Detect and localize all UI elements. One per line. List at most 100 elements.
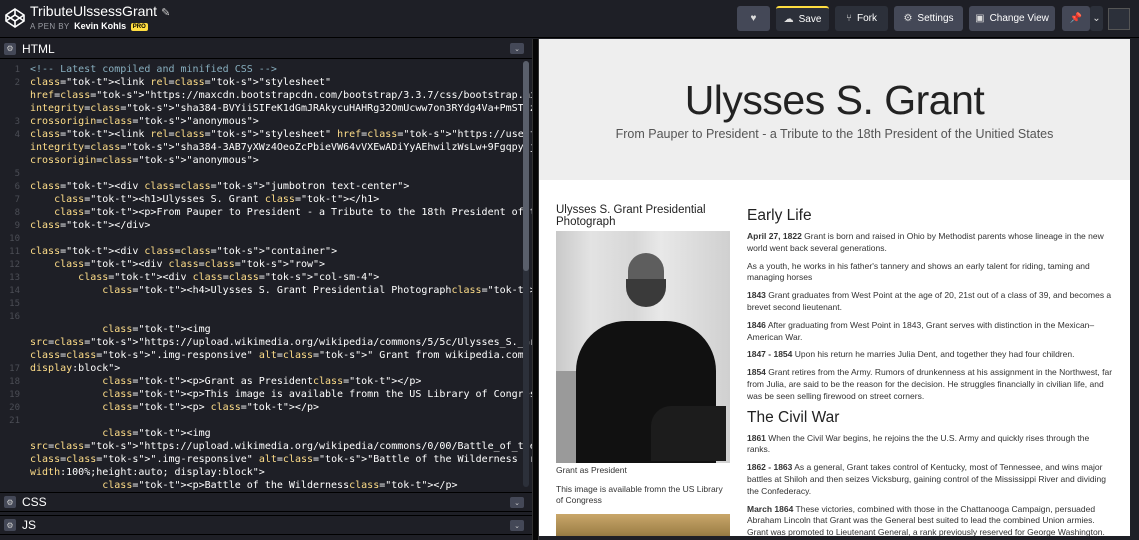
timeline-text: As a youth, he works in his father's tan…: [747, 260, 1090, 283]
line-number: 10: [9, 234, 20, 244]
preview-scroll-edge: [1130, 39, 1139, 540]
line-number: 11: [9, 247, 20, 257]
code-line[interactable]: class="tok-t"><p>This image is available…: [30, 389, 532, 401]
timeline-text: Upon his return he marries Julia Dent, a…: [792, 349, 1075, 360]
settings-button[interactable]: ⚙ Settings: [894, 6, 963, 31]
edit-pencil-icon[interactable]: ✎: [161, 7, 170, 19]
timeline-text: After graduating from West Point in 1843…: [747, 319, 1095, 342]
preview-pane: Ulysses S. Grant From Pauper to Presiden…: [539, 39, 1130, 536]
fork-button[interactable]: ⑂ Fork: [835, 6, 888, 31]
line-number: 2: [14, 78, 20, 88]
code-line[interactable]: src=class="tok-s">"https://upload.wikime…: [30, 337, 532, 349]
timeline-entry: 1862 - 1863 As a general, Grant takes co…: [747, 462, 1113, 497]
line-number: 21: [9, 416, 20, 426]
html-editor-title: HTML: [22, 41, 55, 56]
line-number: 6: [14, 182, 20, 192]
pro-badge: PRO: [130, 22, 148, 31]
save-button[interactable]: ☁ Save: [776, 6, 829, 31]
pane-resizer[interactable]: [532, 39, 539, 540]
css-collapse-chevron-icon[interactable]: ⌄: [510, 497, 524, 508]
code-line[interactable]: crossorigin=class="tok-s">"anonymous">: [30, 155, 259, 167]
code-line[interactable]: class="tok-t"><div class=class="tok-s">"…: [30, 272, 379, 284]
js-collapse-chevron-icon[interactable]: ⌄: [510, 520, 524, 531]
line-number: 17: [9, 364, 20, 374]
css-settings-gear-icon[interactable]: ⚙: [4, 496, 16, 508]
editor-scrollbar[interactable]: [523, 61, 529, 487]
timeline-entry: 1847 - 1854 Upon his return he marries J…: [747, 349, 1113, 361]
early-life-heading: Early Life: [747, 207, 812, 224]
html-settings-gear-icon[interactable]: ⚙: [4, 42, 16, 55]
pin-icon: 📌: [1069, 13, 1083, 24]
gear-icon: ⚙: [903, 13, 913, 24]
code-line[interactable]: class="tok-t"><img: [30, 428, 210, 440]
css-editor-header[interactable]: ⚙ CSS ⌄: [0, 492, 532, 512]
code-line[interactable]: crossorigin=class="tok-s">"anonymous">: [30, 116, 259, 128]
timeline-date: 1861: [747, 432, 766, 443]
save-label: Save: [798, 14, 822, 25]
timeline-text: These victories, combined with those in …: [747, 503, 1105, 536]
code-line[interactable]: class="tok-t"><div class=class="tok-s">"…: [30, 246, 337, 258]
code-line[interactable]: class="tok-t"><div class=class="tok-s">"…: [30, 181, 409, 193]
fork-label: Fork: [857, 13, 877, 24]
code-line[interactable]: class="tok-t"></div>: [30, 220, 150, 232]
js-settings-gear-icon[interactable]: ⚙: [4, 519, 16, 531]
author-link[interactable]: Kevin Kohls: [74, 21, 126, 31]
code-line[interactable]: integrity=class="tok-s">"sha384-BVYiiSIF…: [30, 103, 532, 115]
pen-title-text[interactable]: TributeUlssessGrant: [30, 3, 157, 19]
code-line[interactable]: href=class="tok-s">"https://maxcdn.boots…: [30, 90, 532, 102]
code-line[interactable]: class="tok-t"><h4>Ulysses S. Grant Presi…: [30, 285, 532, 297]
code-line[interactable]: class="tok-t"><link rel=class="tok-s">"s…: [30, 129, 532, 141]
line-number: 1: [14, 65, 20, 75]
code-line[interactable]: class="tok-t"><img: [30, 324, 210, 336]
pin-dropdown-button[interactable]: ⌄: [1090, 6, 1103, 31]
heart-button[interactable]: ♥: [737, 6, 770, 31]
editor-scrollbar-thumb[interactable]: [523, 61, 529, 271]
timeline-date: 1843: [747, 290, 766, 301]
html-code-editor[interactable]: 1 <!-- Latest compiled and minified CSS -…: [0, 59, 532, 491]
timeline-text: When the Civil War begins, he rejoins th…: [747, 432, 1090, 455]
timeline-entry: March 1864 These victories, combined wit…: [747, 504, 1113, 536]
timeline-entry: 1843 Grant graduates from West Point at …: [747, 290, 1113, 314]
code-line[interactable]: class="tok-t"><p> class="tok-t"></p>: [30, 402, 319, 414]
timeline-text: Grant retires from the Army. Rumors of d…: [747, 367, 1113, 401]
jumbotron: Ulysses S. Grant From Pauper to Presiden…: [539, 39, 1130, 180]
html-collapse-chevron-icon[interactable]: ⌄: [510, 43, 524, 54]
photo-source: This image is available fromn the US Lib…: [556, 484, 723, 505]
code-line[interactable]: width:100%;height:auto; display:block">: [30, 467, 265, 479]
timeline-column: Early Life April 27, 1822 Grant is born …: [747, 207, 1113, 536]
line-number: 18: [9, 377, 20, 387]
code-line[interactable]: class="tok-t"><link rel=class="tok-s">"s…: [30, 77, 331, 89]
fork-icon: ⑂: [846, 13, 852, 24]
timeline-date: March 1864: [747, 503, 794, 514]
line-number: 4: [14, 130, 20, 140]
layout-icon: ▣: [975, 13, 985, 24]
byline-prefix: A PEN BY: [30, 22, 70, 31]
codepen-logo-icon[interactable]: [4, 7, 26, 29]
code-line[interactable]: <!-- Latest compiled and minified CSS --…: [30, 64, 277, 76]
code-line[interactable]: class="tok-t"><h1>Ulysses S. Grant class…: [30, 194, 379, 206]
grant-portrait-image: [556, 231, 730, 463]
code-line[interactable]: class="tok-t"><p>Battle of the Wildernes…: [30, 480, 457, 491]
pen-title[interactable]: TributeUlssessGrant ✎: [30, 3, 170, 19]
js-editor-title: JS: [22, 518, 37, 532]
line-number: 16: [9, 312, 20, 322]
code-line[interactable]: class="tok-t"><div class=class="tok-s">"…: [30, 259, 325, 271]
code-line[interactable]: display:block">: [30, 363, 120, 375]
js-editor-header[interactable]: ⚙ JS ⌄: [0, 515, 532, 535]
pin-button[interactable]: 📌: [1062, 6, 1090, 31]
code-line[interactable]: integrity=class="tok-s">"sha384-3AB7yXWz…: [30, 142, 532, 154]
cloud-icon: ☁: [783, 14, 794, 25]
code-line[interactable]: class="tok-t"><p>Grant as Presidentclass…: [30, 376, 421, 388]
html-editor-header[interactable]: ⚙ HTML ⌄: [0, 39, 532, 59]
code-line[interactable]: src=class="tok-s">"https://upload.wikime…: [30, 441, 532, 453]
civil-war-heading: The Civil War: [747, 408, 840, 426]
code-line[interactable]: class=class="tok-s">".img-responsive" al…: [30, 454, 532, 466]
code-line[interactable]: class=class="tok-s">".img-responsive" al…: [30, 350, 532, 362]
timeline-date: April 27, 1822: [747, 231, 802, 241]
avatar[interactable]: [1108, 8, 1130, 30]
code-line[interactable]: class="tok-t"><p>From Pauper to Presiden…: [30, 207, 532, 219]
timeline-entry: April 27, 1822 Grant is born and raised …: [747, 231, 1113, 255]
timeline-entry: As a youth, he works in his father's tan…: [747, 261, 1113, 285]
line-number: 9: [14, 221, 20, 231]
change-view-button[interactable]: ▣ Change View: [969, 6, 1055, 31]
